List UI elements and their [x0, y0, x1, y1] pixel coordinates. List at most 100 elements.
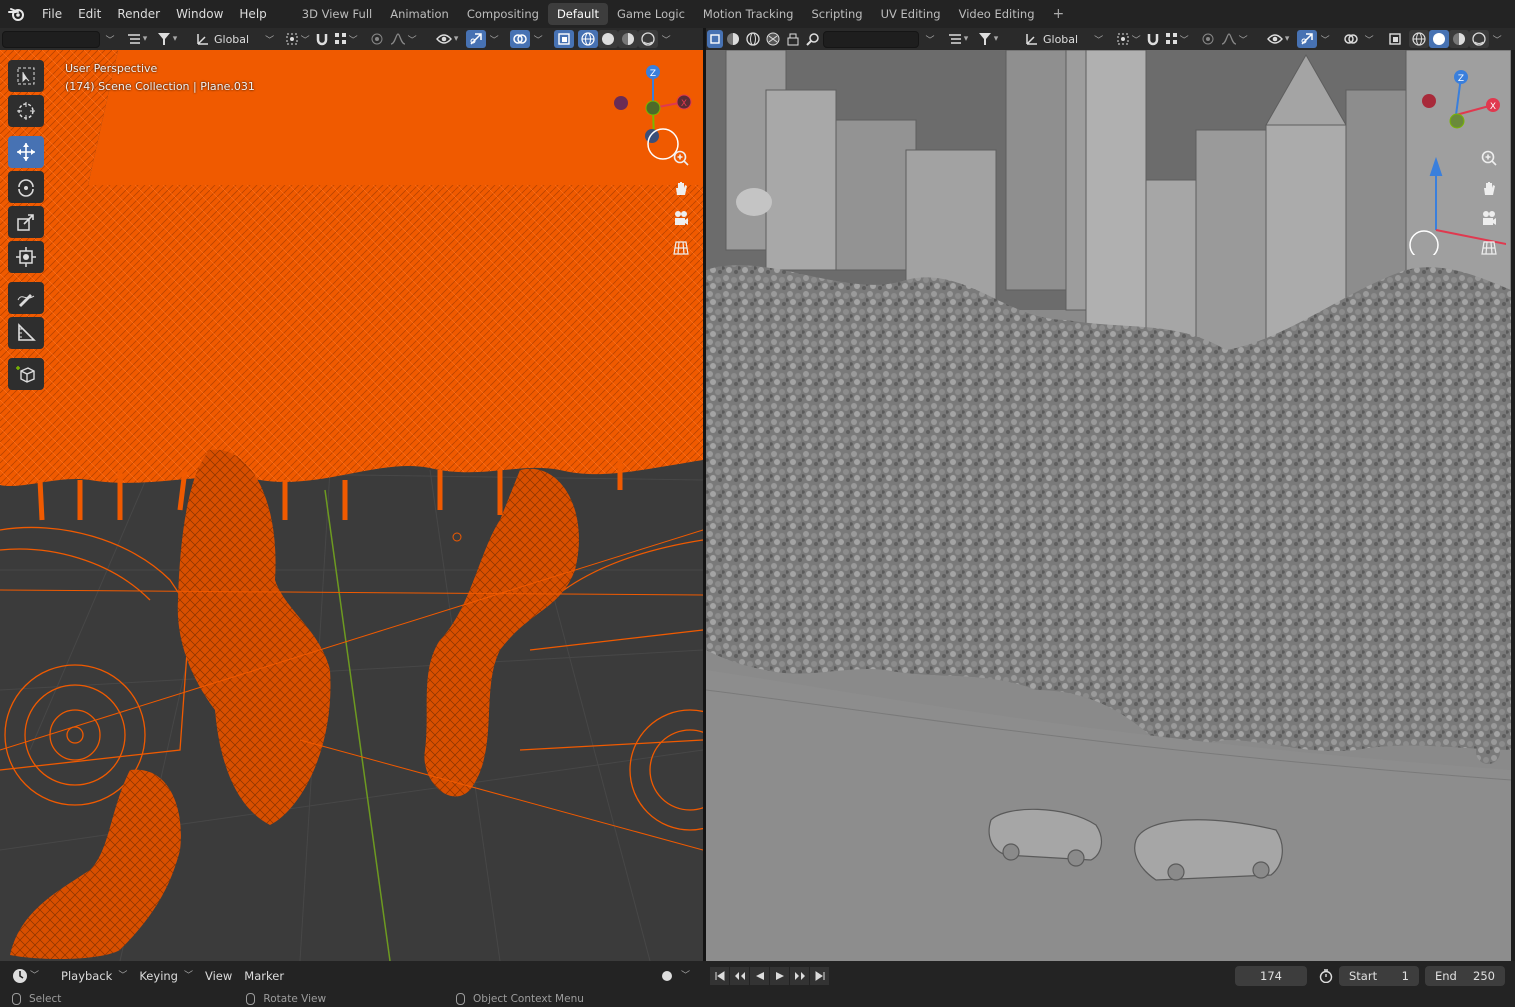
- right-list-filter-icon[interactable]: ▾: [943, 30, 973, 48]
- tab-motion-tracking[interactable]: Motion Tracking: [694, 3, 803, 25]
- tab-default[interactable]: Default: [547, 3, 608, 25]
- pivot-point-icon[interactable]: ﹀: [282, 30, 312, 48]
- jump-to-keyframe-forward-icon[interactable]: [790, 967, 809, 985]
- right-falloff-curve-icon[interactable]: ﹀: [1219, 30, 1249, 48]
- texture-sphere-icon[interactable]: [763, 30, 783, 48]
- left-navigation-gizmo[interactable]: Z X: [608, 60, 700, 160]
- tab-animation[interactable]: Animation: [381, 3, 458, 25]
- preview-range-stopwatch-icon[interactable]: [1313, 966, 1339, 986]
- jump-to-end-icon[interactable]: [810, 967, 829, 985]
- tab-video-editing[interactable]: Video Editing: [950, 3, 1044, 25]
- right-shading-chevron-icon[interactable]: ﹀: [1489, 30, 1503, 48]
- right-search-field[interactable]: [823, 30, 919, 48]
- outliner-filter-icon[interactable]: ▾: [122, 30, 152, 48]
- play-reverse-icon[interactable]: [750, 967, 769, 985]
- proportional-edit-icon[interactable]: [366, 30, 388, 48]
- rendered-shading-icon[interactable]: [638, 30, 659, 48]
- scale-tool-icon[interactable]: [8, 206, 44, 238]
- right-snap-magnet-icon[interactable]: [1143, 30, 1163, 48]
- right-gizmo-toggle-icon[interactable]: [1297, 30, 1318, 48]
- menu-edit[interactable]: Edit: [70, 3, 109, 25]
- material-sphere-icon[interactable]: [723, 30, 743, 48]
- search-options-chevron-icon[interactable]: ﹀: [100, 30, 118, 48]
- start-frame-field[interactable]: Start 1: [1339, 966, 1419, 986]
- right-material-shading-icon[interactable]: [1449, 30, 1470, 48]
- shading-options-chevron-icon[interactable]: ﹀: [658, 30, 672, 48]
- right-camera-view-icon[interactable]: [1476, 205, 1502, 231]
- measure-tool-icon[interactable]: [8, 317, 44, 349]
- left-ortho-grid-icon[interactable]: [668, 235, 694, 261]
- overlays-options-chevron-icon[interactable]: ﹀: [530, 30, 544, 48]
- snap-magnet-icon[interactable]: [312, 30, 332, 48]
- menu-window[interactable]: Window: [168, 3, 231, 25]
- tab-compositing[interactable]: Compositing: [458, 3, 548, 25]
- add-cube-tool-icon[interactable]: [8, 358, 44, 390]
- wireframe-shading-icon[interactable]: [578, 30, 599, 48]
- play-icon[interactable]: [770, 967, 789, 985]
- select-mode-box-icon[interactable]: [707, 30, 723, 48]
- tab-game-logic[interactable]: Game Logic: [608, 3, 694, 25]
- jump-to-start-icon[interactable]: [710, 967, 729, 985]
- right-overlays-icon[interactable]: [1341, 30, 1361, 48]
- rotate-tool-icon[interactable]: [8, 171, 44, 203]
- right-xray-icon[interactable]: [1385, 30, 1405, 48]
- menu-help[interactable]: Help: [231, 3, 274, 25]
- right-transform-orientation-dropdown[interactable]: Global ﹀: [1025, 30, 1103, 48]
- overlays-toggle-icon[interactable]: [510, 30, 531, 48]
- view-menu[interactable]: View: [199, 966, 238, 986]
- select-box-tool-icon[interactable]: [8, 60, 44, 92]
- move-tool-icon[interactable]: [8, 136, 44, 168]
- gizmo-options-chevron-icon[interactable]: ﹀: [486, 30, 500, 48]
- falloff-curve-icon[interactable]: ﹀: [388, 30, 418, 48]
- tab-3d-view-full[interactable]: 3D View Full: [293, 3, 381, 25]
- right-snap-increment-icon[interactable]: ﹀: [1163, 30, 1191, 48]
- cursor-tool-icon[interactable]: [8, 95, 44, 127]
- blender-logo-icon[interactable]: [0, 0, 34, 28]
- tab-uv-editing[interactable]: UV Editing: [872, 3, 950, 25]
- filter-funnel-icon[interactable]: ▾: [152, 30, 182, 48]
- marker-menu[interactable]: Marker: [238, 966, 290, 986]
- left-3d-viewport[interactable]: User Perspective (174) Scene Collection …: [0, 50, 703, 961]
- right-wireframe-shading-icon[interactable]: [1409, 30, 1430, 48]
- solid-shading-icon[interactable]: [598, 30, 619, 48]
- right-proportional-edit-icon[interactable]: [1197, 30, 1219, 48]
- keying-menu[interactable]: Keying ﹀: [133, 966, 199, 986]
- menu-file[interactable]: File: [34, 3, 70, 25]
- right-zoom-icon[interactable]: [1476, 145, 1502, 171]
- playback-menu[interactable]: Playback ﹀: [55, 966, 133, 986]
- jump-to-keyframe-back-icon[interactable]: [730, 967, 749, 985]
- right-3d-viewport[interactable]: Z X: [706, 50, 1511, 961]
- end-frame-field[interactable]: End 250: [1425, 966, 1505, 986]
- right-pan-hand-icon[interactable]: [1476, 175, 1502, 201]
- annotate-tool-icon[interactable]: [8, 282, 44, 314]
- transform-tool-icon[interactable]: [8, 241, 44, 273]
- search-magnifier-icon[interactable]: [803, 30, 823, 48]
- right-search-chevron-icon[interactable]: ﹀: [919, 30, 939, 48]
- auto-keying-record-icon[interactable]: ﹀: [655, 966, 696, 986]
- left-pan-hand-icon[interactable]: [668, 175, 694, 201]
- xray-toggle-icon[interactable]: [554, 30, 575, 48]
- right-overlays-chevron-icon[interactable]: ﹀: [1361, 30, 1375, 48]
- scene-objects-icon[interactable]: [783, 30, 803, 48]
- add-workspace-button[interactable]: +: [1044, 3, 1074, 25]
- right-filter-funnel-icon[interactable]: ▾: [973, 30, 1003, 48]
- right-gizmo-chevron-icon[interactable]: ﹀: [1317, 30, 1331, 48]
- left-search-field[interactable]: [2, 30, 100, 48]
- right-ortho-grid-icon[interactable]: [1476, 235, 1502, 261]
- right-visibility-eye-icon[interactable]: ▾: [1263, 30, 1293, 48]
- gizmo-toggle-icon[interactable]: [466, 30, 487, 48]
- tab-scripting[interactable]: Scripting: [802, 3, 871, 25]
- visibility-eye-icon[interactable]: ▾: [432, 30, 462, 48]
- right-pivot-point-icon[interactable]: ﹀: [1113, 30, 1143, 48]
- material-preview-shading-icon[interactable]: [618, 30, 639, 48]
- current-frame-field[interactable]: 174: [1235, 966, 1307, 986]
- editor-type-dropdown[interactable]: ﹀: [6, 966, 45, 986]
- snap-increment-icon[interactable]: ﹀: [332, 30, 360, 48]
- right-solid-shading-icon[interactable]: [1429, 30, 1450, 48]
- world-sphere-icon[interactable]: [743, 30, 763, 48]
- menu-render[interactable]: Render: [109, 3, 168, 25]
- right-rendered-shading-icon[interactable]: [1469, 30, 1490, 48]
- left-camera-view-icon[interactable]: [668, 205, 694, 231]
- left-transform-orientation-dropdown[interactable]: Global ﹀: [196, 30, 274, 48]
- left-zoom-icon[interactable]: [668, 145, 694, 171]
